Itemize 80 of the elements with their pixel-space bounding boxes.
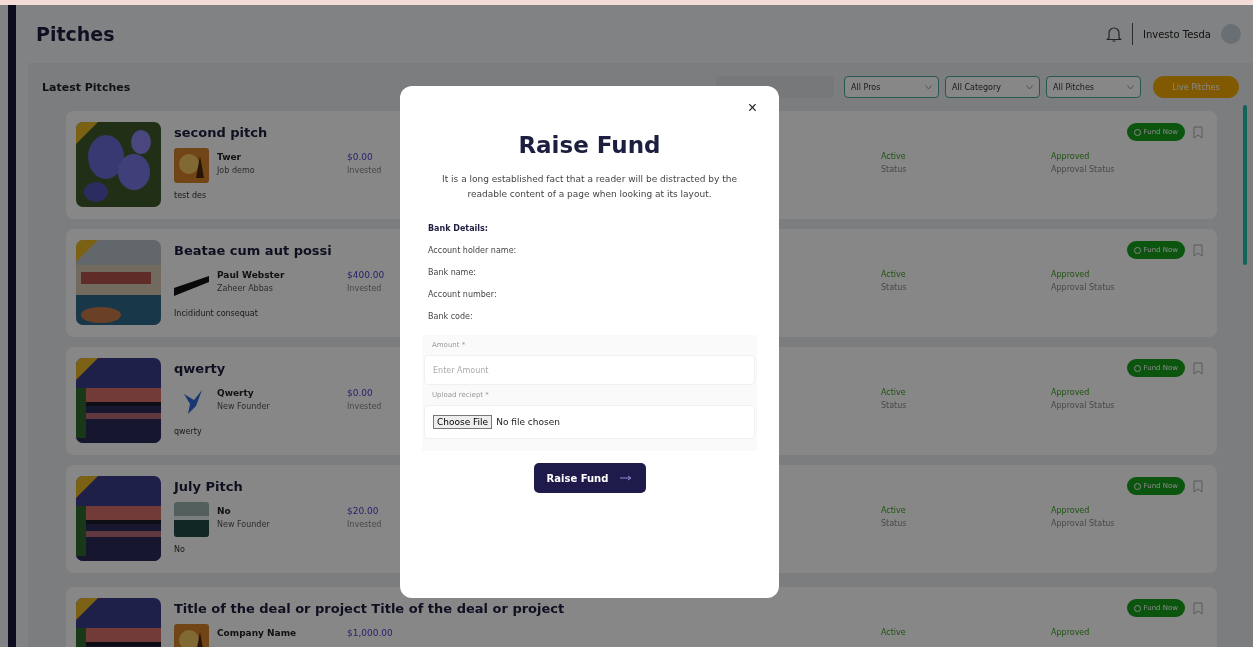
pitch-description: test des (174, 191, 207, 200)
file-upload-field[interactable]: Choose File No file chosen (424, 405, 755, 439)
status-label: Status (881, 283, 907, 292)
choose-file-button[interactable]: Choose File (433, 415, 493, 429)
pitch-title: qwerty (174, 360, 226, 376)
circle-icon (1133, 364, 1141, 372)
scrollbar[interactable] (1243, 105, 1247, 265)
status-label: Status (881, 401, 907, 410)
approval-value: Approved (1051, 628, 1090, 637)
bank-detail-line: Account number: (428, 290, 498, 299)
invested-amount: $20.00 (347, 506, 379, 516)
bank-details-heading: Bank Details: (428, 224, 490, 233)
chevron-down-icon (1026, 84, 1033, 90)
filter-dropdown[interactable]: All Pros (844, 76, 939, 98)
pitch-description: Incididunt consequat (174, 309, 258, 318)
founder-name: Paul Webster (217, 270, 285, 280)
bookmark-icon[interactable] (1193, 479, 1203, 493)
circle-icon (1133, 246, 1141, 254)
founder-role: New Founder (217, 520, 270, 529)
chevron-down-icon (925, 84, 932, 90)
approval-value: Approved (1051, 506, 1090, 515)
circle-icon (1133, 128, 1141, 136)
status-value: Active (881, 388, 906, 397)
invested-amount: $0.00 (347, 152, 373, 162)
filter-dropdown[interactable]: All Category (945, 76, 1040, 98)
status-value: Active (881, 152, 906, 161)
invested-amount: $0.00 (347, 388, 373, 398)
founder-role: Job demo (217, 166, 255, 175)
approval-label: Approval Status (1051, 401, 1115, 410)
page-title: Pitches (36, 23, 115, 45)
filter-dropdown[interactable]: All Pitches (1046, 76, 1141, 98)
pitch-description: qwerty (174, 427, 202, 436)
invested-amount: $1,000.00 (347, 628, 393, 638)
bank-detail-line: Bank name: (428, 268, 478, 277)
dialog-description: It is a long established fact that a reader will be distracted by the readable content of a page when looking at its layout. (441, 173, 738, 201)
invested-label: Invested (347, 402, 382, 411)
invested-label: Invested (347, 520, 382, 529)
pitch-title: July Pitch (174, 478, 243, 494)
pitch-title: Beatae cum aut possi (174, 242, 332, 258)
approval-label: Approval Status (1051, 165, 1115, 174)
circle-icon (1133, 482, 1141, 490)
bookmark-icon[interactable] (1193, 361, 1203, 375)
bell-icon[interactable] (1105, 25, 1122, 43)
status-value: Active (881, 270, 906, 279)
approval-label: Approval Status (1051, 283, 1115, 292)
pitch-title: second pitch (174, 124, 268, 140)
founder-name: No (217, 506, 231, 516)
arrow-right-icon (620, 475, 633, 481)
amount-input[interactable]: Enter Amount (424, 355, 755, 385)
bank-detail-line: Bank code: (428, 312, 474, 321)
invested-label: Invested (347, 284, 382, 293)
invested-amount: $400.00 (347, 270, 385, 280)
founder-name: Qwerty (217, 388, 254, 398)
dialog-title: Raise Fund (518, 132, 661, 158)
approval-label: Approval Status (1051, 519, 1115, 528)
chevron-down-icon (1127, 84, 1134, 90)
founder-name: Company Name (217, 628, 297, 638)
approval-value: Approved (1051, 270, 1090, 279)
user-name[interactable]: Investo Tesda (1142, 28, 1211, 40)
pitch-title: Title of the deal or project Title of the deal or project (174, 600, 565, 616)
status-value: Active (881, 506, 906, 515)
bank-detail-line: Account holder name: (428, 246, 518, 255)
section-title: Latest Pitches (42, 80, 132, 94)
raise-fund-button[interactable]: Raise Fund (533, 463, 646, 493)
file-status: No file chosen (496, 417, 560, 427)
approval-value: Approved (1051, 388, 1090, 397)
status-value: Active (881, 628, 906, 637)
invested-label: Invested (347, 166, 382, 175)
status-label: Status (881, 165, 907, 174)
founder-role: Zaheer Abbas (217, 284, 273, 293)
bookmark-icon[interactable] (1193, 243, 1203, 257)
bookmark-icon[interactable] (1193, 125, 1203, 139)
approval-value: Approved (1051, 152, 1090, 161)
close-button[interactable]: × (747, 100, 757, 116)
status-label: Status (881, 519, 907, 528)
founder-role: New Founder (217, 402, 270, 411)
founder-name: Twer (217, 152, 241, 162)
circle-icon (1133, 604, 1141, 612)
pitch-description: No (174, 545, 185, 554)
bookmark-icon[interactable] (1193, 601, 1203, 615)
